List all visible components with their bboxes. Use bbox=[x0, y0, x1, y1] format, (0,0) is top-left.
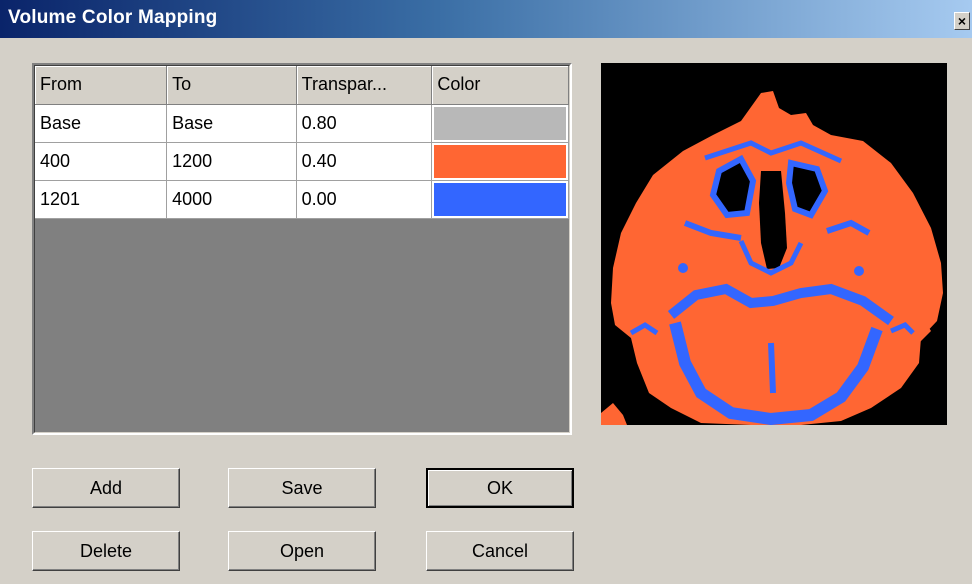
table-row[interactable]: Base Base 0.80 bbox=[35, 104, 569, 143]
table-row[interactable]: 400 1200 0.40 bbox=[35, 142, 569, 181]
cell-color[interactable] bbox=[431, 180, 569, 219]
ok-button[interactable]: OK bbox=[426, 468, 574, 508]
add-button[interactable]: Add bbox=[32, 468, 180, 508]
cell-transparency[interactable]: 0.80 bbox=[296, 104, 433, 143]
cell-transparency[interactable]: 0.40 bbox=[296, 142, 433, 181]
volume-preview-image bbox=[601, 63, 947, 425]
column-header-transparency[interactable]: Transpar... bbox=[296, 66, 433, 105]
cell-color[interactable] bbox=[431, 142, 569, 181]
color-swatch bbox=[434, 106, 566, 140]
delete-button[interactable]: Delete bbox=[32, 531, 180, 571]
window-title: Volume Color Mapping bbox=[8, 7, 218, 28]
cancel-button[interactable]: Cancel bbox=[426, 531, 574, 571]
table-header-row: From To Transpar... Color bbox=[35, 66, 569, 105]
cell-transparency[interactable]: 0.00 bbox=[296, 180, 433, 219]
color-swatch bbox=[434, 182, 566, 216]
cell-to[interactable]: 1200 bbox=[166, 142, 297, 181]
cell-color[interactable] bbox=[431, 104, 569, 143]
cell-to[interactable]: Base bbox=[166, 104, 297, 143]
mapping-table: From To Transpar... Color Base Base 0.80… bbox=[35, 66, 569, 219]
table-row[interactable]: 1201 4000 0.00 bbox=[35, 180, 569, 219]
save-button[interactable]: Save bbox=[228, 468, 376, 508]
cell-from[interactable]: 400 bbox=[35, 142, 168, 181]
title-bar: Volume Color Mapping × bbox=[0, 0, 972, 38]
cell-to[interactable]: 4000 bbox=[166, 180, 297, 219]
color-mapping-grid[interactable]: From To Transpar... Color Base Base 0.80… bbox=[32, 63, 572, 435]
grid-body: From To Transpar... Color Base Base 0.80… bbox=[34, 65, 570, 433]
cell-from[interactable]: Base bbox=[35, 104, 168, 143]
open-button[interactable]: Open bbox=[228, 531, 376, 571]
column-header-to[interactable]: To bbox=[166, 66, 297, 105]
column-header-color[interactable]: Color bbox=[431, 66, 569, 105]
column-header-from[interactable]: From bbox=[35, 66, 168, 105]
ct-slice-render bbox=[601, 63, 947, 425]
cell-from[interactable]: 1201 bbox=[35, 180, 168, 219]
color-swatch bbox=[434, 144, 566, 178]
close-icon[interactable]: × bbox=[954, 12, 970, 30]
